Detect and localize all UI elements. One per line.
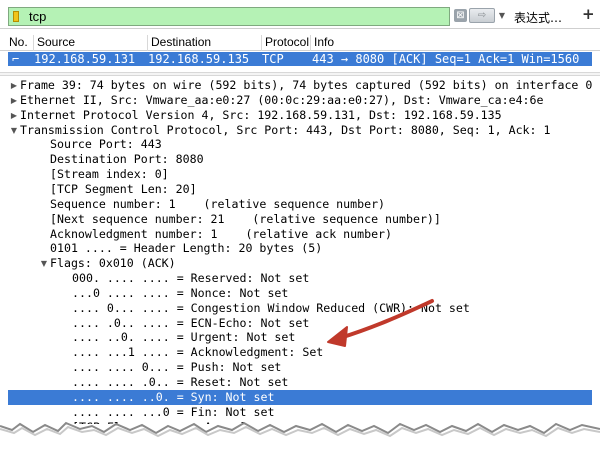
detail-tree-row-text: Destination Port: 8080 [50, 152, 204, 167]
detail-tree-row-text: [Stream index: 0] [50, 167, 169, 182]
detail-tree-row[interactable]: [Next sequence number: 21 (relative sequ… [8, 212, 592, 227]
detail-tree-row[interactable]: ▼ Flags: 0x010 (ACK) [8, 256, 592, 271]
toolbar-divider [0, 28, 600, 29]
packet-destination: 192.168.59.135 [148, 52, 250, 66]
add-filter-button[interactable]: + [582, 5, 595, 23]
detail-tree-row-text: .... ...1 .... = Acknowledgment: Set [72, 345, 324, 360]
display-filter-input[interactable]: tcp [8, 7, 450, 26]
detail-tree-row-text: Internet Protocol Version 4, Src: 192.16… [20, 107, 502, 122]
detail-tree-row-text: Ethernet II, Src: Vmware_aa:e0:27 (00:0c… [20, 92, 544, 107]
display-filter-toolbar: tcp ⊠ ⇨ ▼ 表达式… + [6, 3, 596, 29]
detail-tree-row-text: .... ..0. .... = Urgent: Not set [72, 330, 296, 345]
packet-details-tree: ▶ Frame 39: 74 bytes on wire (592 bits), … [8, 78, 592, 424]
detail-tree-row-text: 000. .... .... = Reserved: Not set [72, 271, 310, 286]
detail-tree-row-text: .... 0... .... = Congestion Window Reduc… [72, 300, 470, 315]
detail-tree-row-text: Flags: 0x010 (ACK) [50, 256, 176, 271]
detail-tree-row[interactable]: 0101 .... = Header Length: 20 bytes (5) [8, 241, 592, 256]
detail-tree-row-text: Acknowledgment number: 1 (relative ack n… [50, 226, 393, 241]
packet-list-row-selected[interactable]: ⌐ 192.168.59.131 192.168.59.135 TCP 443 … [8, 52, 592, 66]
related-packet-marker-icon: ⌐ [12, 52, 20, 66]
detail-tree-row[interactable]: [Stream index: 0] [8, 167, 592, 182]
detail-tree-row[interactable]: ...0 .... .... = Nonce: Not set [8, 286, 592, 301]
detail-tree-row-text: [Next sequence number: 21 (relative sequ… [50, 211, 441, 226]
detail-tree-row-text: .... .0.. .... = ECN-Echo: Not set [72, 315, 310, 330]
display-filter-value[interactable]: tcp [29, 9, 46, 24]
filter-history-dropdown-icon[interactable]: ▼ [496, 8, 508, 23]
collapse-arrow-icon[interactable]: ▼ [8, 123, 20, 138]
torn-edge-decoration [0, 421, 600, 450]
expand-arrow-icon[interactable]: ▶ [8, 78, 20, 93]
detail-tree-row[interactable]: Source Port: 443 [8, 137, 592, 152]
detail-tree-row[interactable]: .... ..0. .... = Urgent: Not set [8, 330, 592, 345]
detail-tree-row-text: Transmission Control Protocol, Src Port:… [20, 122, 551, 137]
detail-tree-row[interactable]: Destination Port: 8080 [8, 152, 592, 167]
detail-tree-row[interactable]: .... .... .0.. = Reset: Not set [8, 375, 592, 390]
detail-tree-row[interactable]: Sequence number: 1 (relative sequence nu… [8, 197, 592, 212]
detail-tree-row[interactable]: 000. .... .... = Reserved: Not set [8, 271, 592, 286]
detail-tree-row[interactable]: ▶ Internet Protocol Version 4, Src: 192.1… [8, 108, 592, 123]
column-header-source[interactable]: Source [34, 35, 148, 51]
packet-source: 192.168.59.131 [34, 52, 136, 66]
bookmark-icon[interactable] [13, 11, 19, 22]
detail-tree-row-text: [TCP Segment Len: 20] [50, 181, 197, 196]
detail-tree-row[interactable]: .... 0... .... = Congestion Window Reduc… [8, 301, 592, 316]
expand-arrow-icon[interactable]: ▶ [8, 108, 20, 123]
detail-tree-row[interactable]: ▶ Ethernet II, Src: Vmware_aa:e0:27 (00:0… [8, 93, 592, 108]
expand-arrow-icon[interactable]: ▶ [8, 93, 20, 108]
detail-tree-row-text: 0101 .... = Header Length: 20 bytes (5) [50, 241, 323, 256]
packet-list-header: No. Source Destination Protocol Info [0, 34, 600, 51]
detail-tree-row-text: Frame 39: 74 bytes on wire (592 bits), 7… [20, 78, 592, 92]
packet-protocol: TCP [262, 52, 284, 66]
detail-tree-row-text: ...0 .... .... = Nonce: Not set [72, 285, 289, 300]
detail-tree-row[interactable]: .... .... ..0. = Syn: Not set [8, 389, 592, 405]
detail-tree-row[interactable]: ▼ Transmission Control Protocol, Src Port… [8, 123, 592, 138]
detail-tree-row[interactable]: .... .... 0... = Push: Not set [8, 360, 592, 375]
detail-tree-row-text: .... .... 0... = Push: Not set [72, 360, 282, 375]
detail-tree-row[interactable]: .... ...1 .... = Acknowledgment: Set [8, 345, 592, 360]
collapse-arrow-icon[interactable]: ▼ [38, 256, 50, 271]
column-header-protocol[interactable]: Protocol [262, 35, 311, 51]
detail-tree-row-text: .... .... ..0. = Syn: Not set [72, 389, 275, 404]
expression-button[interactable]: 表达式… [514, 9, 562, 26]
pane-splitter[interactable] [0, 72, 600, 76]
detail-tree-row-text: .... .... .0.. = Reset: Not set [72, 375, 289, 389]
clear-filter-icon[interactable]: ⊠ [454, 9, 467, 22]
detail-tree-row[interactable]: [TCP Segment Len: 20] [8, 182, 592, 197]
packet-info: 443 → 8080 [ACK] Seq=1 Ack=1 Win=1560 [312, 52, 580, 66]
detail-tree-row[interactable]: .... .0.. .... = ECN-Echo: Not set [8, 316, 592, 331]
column-header-destination[interactable]: Destination [148, 35, 262, 51]
detail-tree-row[interactable]: ▶ Frame 39: 74 bytes on wire (592 bits), … [8, 78, 592, 93]
column-header-no[interactable]: No. [6, 35, 34, 51]
detail-tree-row-text: Sequence number: 1 (relative sequence nu… [50, 196, 386, 211]
apply-filter-icon[interactable]: ⇨ [469, 8, 495, 23]
detail-tree-row[interactable]: Acknowledgment number: 1 (relative ack n… [8, 227, 592, 242]
column-header-info[interactable]: Info [311, 35, 600, 51]
detail-tree-row-text: Source Port: 443 [50, 137, 162, 152]
